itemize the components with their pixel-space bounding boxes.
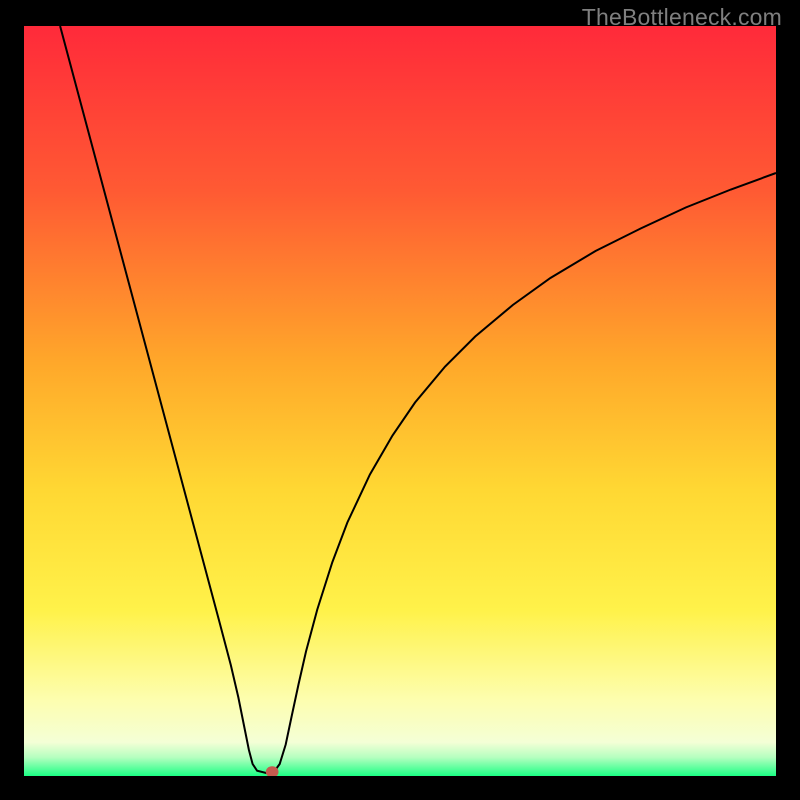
chart-svg — [24, 26, 776, 776]
chart-frame: TheBottleneck.com — [0, 0, 800, 800]
plot-area — [24, 26, 776, 776]
gradient-background — [24, 26, 776, 776]
